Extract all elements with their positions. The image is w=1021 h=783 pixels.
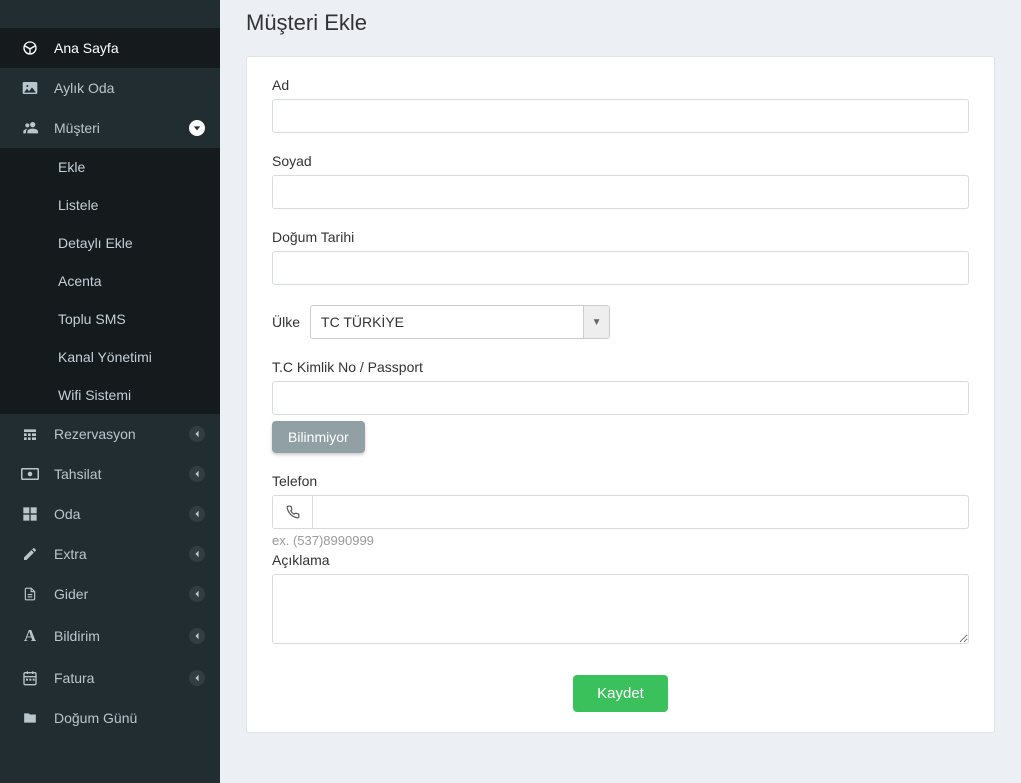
- tc-input[interactable]: [272, 381, 969, 415]
- ad-input[interactable]: [272, 99, 969, 133]
- grid4-icon: [20, 506, 40, 522]
- sidebar-item-oda[interactable]: Oda: [0, 494, 220, 534]
- main-content: Müşteri Ekle Ad Soyad Doğum Tarihi Ülke: [220, 0, 1021, 783]
- money-icon: [20, 467, 40, 481]
- sidebar-item-gider[interactable]: Gider: [0, 574, 220, 614]
- sidebar-item-label: Bildirim: [54, 628, 189, 644]
- sidebar: Ana Sayfa Aylık Oda Müşteri EkleListeleDeta…: [0, 0, 220, 783]
- chevron-left-icon: [189, 506, 205, 522]
- sidebar-subitem-listele[interactable]: Listele: [0, 186, 220, 224]
- sidebar-item-tahsilat[interactable]: Tahsilat: [0, 454, 220, 494]
- chevron-left-icon: [189, 466, 205, 482]
- telefon-label: Telefon: [272, 473, 969, 489]
- letter-a-icon: A: [20, 626, 40, 646]
- soyad-label: Soyad: [272, 153, 969, 169]
- sidebar-item-müşteri[interactable]: Müşteri: [0, 108, 220, 148]
- sidebar-item-rezervasyon[interactable]: Rezervasyon: [0, 414, 220, 454]
- dogum-label: Doğum Tarihi: [272, 229, 969, 245]
- ad-label: Ad: [272, 77, 969, 93]
- sidebar-item-label: Fatura: [54, 670, 189, 686]
- chevron-down-icon: [189, 120, 205, 136]
- sidebar-item-label: Rezervasyon: [54, 426, 189, 442]
- dogum-input[interactable]: [272, 251, 969, 285]
- phone-icon: [272, 495, 312, 529]
- sidebar-item-label: Oda: [54, 506, 189, 522]
- sidebar-item-label: Tahsilat: [54, 466, 189, 482]
- ulke-selected-value: TC TÜRKİYE: [311, 308, 583, 336]
- sidebar-item-fatura[interactable]: Fatura: [0, 658, 220, 698]
- sidebar-header: [0, 0, 220, 28]
- calendar-grid-icon: [20, 426, 40, 442]
- sidebar-item-bildirim[interactable]: A Bildirim: [0, 614, 220, 658]
- soyad-input[interactable]: [272, 175, 969, 209]
- sidebar-item-ana-sayfa[interactable]: Ana Sayfa: [0, 28, 220, 68]
- doc-icon: [20, 586, 40, 602]
- aciklama-input[interactable]: [272, 574, 969, 644]
- sidebar-item-label: Ana Sayfa: [54, 40, 205, 56]
- chevron-left-icon: [189, 628, 205, 644]
- sidebar-subitem-kanal-yönetimi[interactable]: Kanal Yönetimi: [0, 338, 220, 376]
- page-title: Müşteri Ekle: [246, 10, 995, 36]
- sidebar-item-extra[interactable]: Extra: [0, 534, 220, 574]
- sidebar-subitem-ekle[interactable]: Ekle: [0, 148, 220, 186]
- ulke-label: Ülke: [272, 314, 300, 330]
- kaydet-button[interactable]: Kaydet: [573, 675, 668, 712]
- form-panel: Ad Soyad Doğum Tarihi Ülke TC TÜRKİYE: [246, 56, 995, 733]
- sidebar-item-aylık-oda[interactable]: Aylık Oda: [0, 68, 220, 108]
- telefon-hint: ex. (537)8990999: [272, 533, 969, 548]
- tc-label: T.C Kimlik No / Passport: [272, 359, 969, 375]
- telefon-input[interactable]: [312, 495, 969, 529]
- chevron-left-icon: [189, 546, 205, 562]
- edit-icon: [20, 546, 40, 562]
- chevron-left-icon: [189, 586, 205, 602]
- sidebar-subitem-wifi-sistemi[interactable]: Wifi Sistemi: [0, 376, 220, 414]
- sidebar-item-label: Gider: [54, 586, 189, 602]
- dashboard-icon: [20, 40, 40, 56]
- ulke-select[interactable]: TC TÜRKİYE ▼: [310, 305, 610, 339]
- sidebar-subitem-detaylı-ekle[interactable]: Detaylı Ekle: [0, 224, 220, 262]
- aciklama-label: Açıklama: [272, 552, 969, 568]
- sidebar-subitem-acenta[interactable]: Acenta: [0, 262, 220, 300]
- image-icon: [20, 80, 40, 96]
- sidebar-item-doğum-günü[interactable]: Doğum Günü: [0, 698, 220, 738]
- sidebar-item-label: Extra: [54, 546, 189, 562]
- sidebar-item-label: Müşteri: [54, 120, 189, 136]
- sidebar-item-label: Aylık Oda: [54, 80, 205, 96]
- chevron-down-icon: ▼: [583, 306, 609, 338]
- sidebar-item-label: Doğum Günü: [54, 710, 205, 726]
- calendar-icon: [20, 670, 40, 686]
- bilinmiyor-button[interactable]: Bilinmiyor: [272, 421, 365, 453]
- chevron-left-icon: [189, 670, 205, 686]
- sidebar-subitem-toplu-sms[interactable]: Toplu SMS: [0, 300, 220, 338]
- chevron-left-icon: [189, 426, 205, 442]
- folder-icon: [20, 711, 40, 725]
- users-icon: [20, 120, 40, 136]
